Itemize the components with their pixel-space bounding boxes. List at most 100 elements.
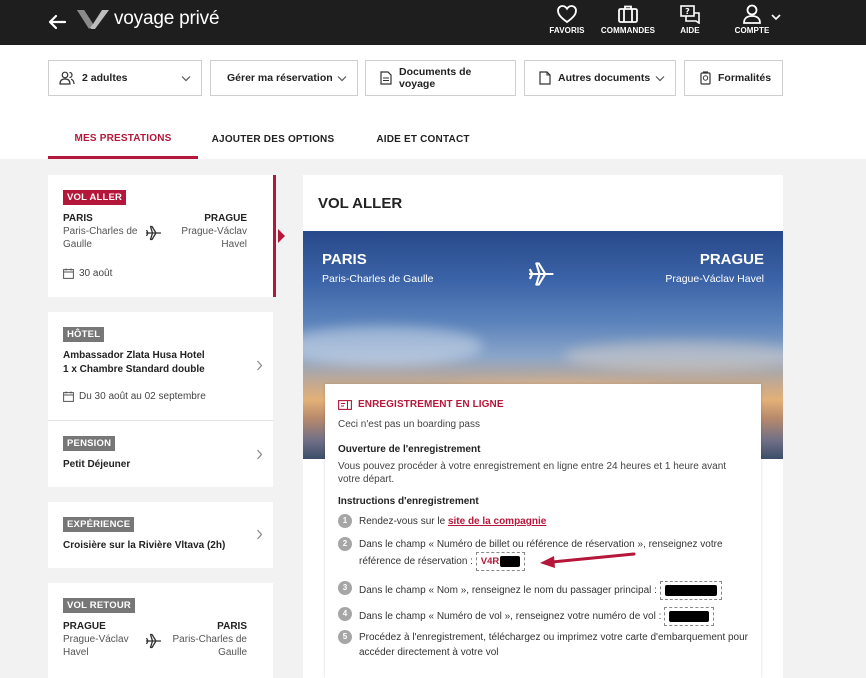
nav-commandes-label: COMMANDES <box>600 26 656 35</box>
top-bar: voyage privé FAVORIS COMMANDES ? AIDE CO… <box>0 0 866 45</box>
user-icon <box>743 4 761 24</box>
plane-icon <box>145 633 161 649</box>
file-icon <box>539 71 551 85</box>
passport-icon <box>700 71 711 85</box>
chevron-down-icon <box>337 75 347 81</box>
hero-to-airport: Prague-Václav Havel <box>665 273 764 285</box>
manage-booking-label: Gérer ma réservation <box>227 72 333 84</box>
redacted-value <box>664 584 717 596</box>
flight-number-box[interactable] <box>664 607 715 626</box>
vol-retour-from-city: PRAGUE <box>63 621 106 632</box>
travel-documents-label: Documents de voyage <box>399 66 472 90</box>
sidebar-card-vol-aller[interactable]: VOL ALLER PARIS Paris-Charles de Gaulle … <box>48 175 285 297</box>
vol-retour-to-city: PARIS <box>217 621 247 632</box>
step-number: 2 <box>338 537 352 551</box>
passenger-name-box[interactable] <box>659 581 722 600</box>
sidebar-card-hotel[interactable]: HÔTEL Ambassador Zlata Husa Hotel 1 x Ch… <box>48 312 273 487</box>
vol-retour-route: PRAGUE Prague-Václav Havel PARIS Paris-C… <box>63 621 247 659</box>
vol-retour-to-airport: Paris-Charles de Gaulle <box>172 634 247 658</box>
step-4: 4 Dans le champ « Numéro de vol », rense… <box>338 607 748 626</box>
vol-aller-route: PARIS Paris-Charles de Gaulle PRAGUE Pra… <box>63 213 247 251</box>
chevron-down-icon <box>655 75 665 81</box>
opening-text: Vous pouvez procéder à votre enregistrem… <box>338 461 727 485</box>
help-chat-icon: ? <box>680 5 700 24</box>
sidebar-card-vol-retour[interactable]: VOL RETOUR PRAGUE Prague-Václav Havel PA… <box>48 583 273 678</box>
step-number: 3 <box>338 581 352 595</box>
sidebar-card-experience[interactable]: EXPÉRIENCE Croisière sur la Rivière Vlta… <box>48 502 273 568</box>
brand-name: voyage privé <box>114 8 220 29</box>
nav-aide-label: AIDE <box>680 26 700 35</box>
chevron-right-icon <box>257 529 263 540</box>
plane-icon <box>528 262 554 286</box>
divider <box>48 420 273 421</box>
company-site-link[interactable]: site de la compagnie <box>448 516 546 527</box>
chevron-down-icon <box>181 75 191 81</box>
ticket-icon <box>338 399 352 410</box>
nav-favoris-label: FAVORIS <box>549 26 585 35</box>
step-3: 3 Dans le champ « Nom », renseignez le n… <box>338 581 748 600</box>
step-1-text: Rendez-vous sur le <box>359 516 448 527</box>
adults-dropdown[interactable]: 2 adultes <box>48 60 202 96</box>
tabs: MES PRESTATIONS AJOUTER DES OPTIONS AIDE… <box>48 120 498 159</box>
nav-aide[interactable]: ? AIDE <box>659 4 721 35</box>
active-indicator <box>273 175 276 297</box>
redacted-value <box>669 610 710 622</box>
hero-to-city: PRAGUE <box>699 251 764 268</box>
hotel-tag: HÔTEL <box>63 327 105 342</box>
nav-favoris[interactable]: FAVORIS <box>536 4 598 35</box>
logo-mark-icon <box>77 10 109 29</box>
pension-tag: PENSION <box>63 436 116 451</box>
active-pointer <box>278 229 285 243</box>
vol-retour-from-airport: Prague-Václav Havel <box>63 634 129 658</box>
chevron-right-icon <box>257 449 263 460</box>
step-number: 1 <box>338 514 352 528</box>
vol-aller-from-city: PARIS <box>63 213 93 224</box>
hero-from-city: PARIS <box>322 251 367 268</box>
hero-from-airport: Paris-Charles de Gaulle <box>322 273 434 285</box>
plane-icon <box>145 225 161 241</box>
vol-aller-date: 30 août <box>63 268 112 279</box>
formalities-button[interactable]: Formalités <box>684 60 783 96</box>
manage-booking-dropdown[interactable]: Gérer ma réservation <box>210 60 358 96</box>
people-icon <box>59 71 75 85</box>
vol-aller-from-airport: Paris-Charles de Gaulle <box>63 226 138 250</box>
chevron-down-icon[interactable] <box>771 13 781 21</box>
pension-value: Petit Déjeuner <box>63 459 131 470</box>
cloud-decoration <box>563 341 783 371</box>
step-number: 5 <box>338 630 352 644</box>
online-checkin-box: ENREGISTREMENT EN LIGNE Ceci n'est pas u… <box>325 384 761 678</box>
brand-logo[interactable]: voyage privé <box>76 8 220 30</box>
booking-reference-box[interactable]: V4R <box>475 552 526 571</box>
cloud-decoration <box>303 326 483 366</box>
hotel-name: Ambassador Zlata Husa Hotel <box>63 350 205 361</box>
nav-compte-label: COMPTE <box>734 26 770 35</box>
nav-commandes[interactable]: COMMANDES <box>597 4 659 35</box>
suitcase-icon <box>618 5 638 23</box>
page-title: VOL ALLER <box>318 195 403 212</box>
back-arrow-icon[interactable] <box>46 11 68 33</box>
header-area: 2 adultes Gérer ma réservation Documents… <box>0 45 866 159</box>
tab-ajouter-des-options[interactable]: AJOUTER DES OPTIONS <box>198 120 348 159</box>
step-1: 1 Rendez-vous sur le site de la compagni… <box>338 514 748 529</box>
heart-icon <box>557 5 577 24</box>
other-documents-dropdown[interactable]: Autres documents <box>524 60 676 96</box>
annotation-arrow-icon <box>540 552 636 568</box>
step-3-text: Dans le champ « Nom », renseignez le nom… <box>359 585 657 597</box>
calendar-icon <box>63 268 74 279</box>
document-icon <box>380 71 392 85</box>
step-5-text: Procédez à l'enregistrement, téléchargez… <box>359 632 749 658</box>
checkin-heading-text: ENREGISTREMENT EN LIGNE <box>358 399 504 410</box>
booking-reference: V4R <box>480 556 500 567</box>
travel-documents-button[interactable]: Documents de voyage <box>365 60 516 96</box>
step-4-text: Dans le champ « Numéro de vol », renseig… <box>359 611 662 623</box>
redacted-value <box>500 555 521 567</box>
tab-aide-et-contact[interactable]: AIDE ET CONTACT <box>348 120 498 159</box>
vol-aller-tag: VOL ALLER <box>63 190 127 205</box>
vol-retour-tag: VOL RETOUR <box>63 598 135 613</box>
step-number: 4 <box>338 607 352 621</box>
step-5: 5 Procédez à l'enregistrement, télécharg… <box>338 630 748 660</box>
hotel-dates-text: Du 30 août au 02 septembre <box>79 391 206 402</box>
calendar-icon <box>63 391 74 402</box>
tab-mes-prestations[interactable]: MES PRESTATIONS <box>48 120 198 159</box>
other-documents-label: Autres documents <box>558 72 651 84</box>
